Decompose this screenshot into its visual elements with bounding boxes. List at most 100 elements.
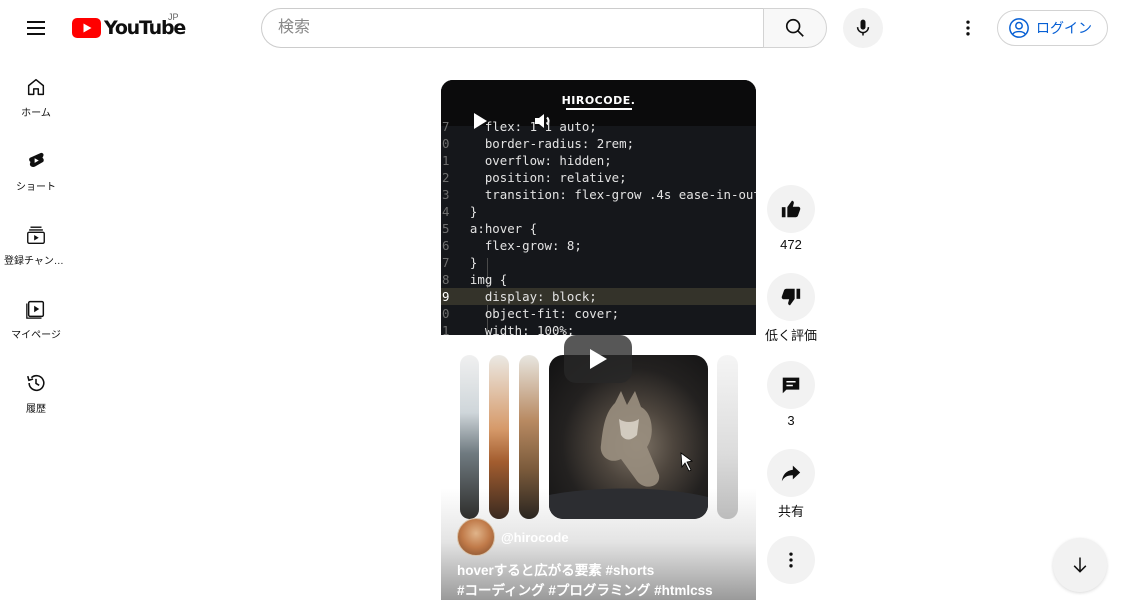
voice-search-button[interactable] bbox=[843, 8, 883, 48]
code-text: flex-grow: 8; bbox=[455, 238, 582, 253]
more-action bbox=[767, 536, 815, 584]
center-play-button[interactable] bbox=[564, 335, 632, 383]
sidebar-item-label: 履歴 bbox=[26, 404, 46, 415]
line-number: 7 bbox=[442, 255, 450, 270]
search-box bbox=[261, 8, 827, 48]
library-icon bbox=[26, 300, 45, 319]
code-screen: HIROCODE. 7 flex: 1 1 auto; 0 border-radi… bbox=[441, 80, 756, 338]
shorts-icon bbox=[29, 152, 44, 167]
menu-button[interactable] bbox=[16, 8, 56, 48]
line-number: 2 bbox=[442, 170, 450, 185]
search-button[interactable] bbox=[763, 8, 827, 48]
share-arrow-icon bbox=[781, 465, 801, 482]
account-icon bbox=[1009, 18, 1029, 38]
code-line: 0 object-fit: cover; bbox=[441, 305, 756, 322]
sidebar-item-subscriptions[interactable]: 登録チャンネル bbox=[0, 204, 72, 278]
sidebar-item-history[interactable]: 履歴 bbox=[0, 352, 72, 426]
code-text: img { bbox=[455, 272, 508, 287]
sidebar-item-home[interactable]: ホーム bbox=[0, 56, 72, 130]
animal-image-strip bbox=[519, 355, 539, 519]
code-text: object-fit: cover; bbox=[455, 306, 620, 321]
watermark: HIROCODE. bbox=[441, 94, 756, 110]
code-line: 1 overflow: hidden; bbox=[441, 152, 756, 169]
shorts-player[interactable]: HIROCODE. 7 flex: 1 1 auto; 0 border-radi… bbox=[441, 80, 756, 600]
sidebar-item-shorts[interactable]: ショート bbox=[0, 130, 72, 204]
code-text: a:hover { bbox=[455, 221, 538, 236]
share-label: 共有 bbox=[777, 504, 804, 519]
code-line: 2 position: relative; bbox=[441, 169, 756, 186]
hamburger-icon bbox=[27, 21, 45, 35]
channel-handle[interactable]: @hirocode bbox=[501, 530, 569, 545]
code-text: flex: 1 1 auto; bbox=[455, 119, 597, 134]
more-actions-button[interactable] bbox=[767, 536, 815, 584]
sidebar-item-library[interactable]: マイページ bbox=[0, 278, 72, 352]
comments-button[interactable] bbox=[767, 361, 815, 409]
more-vertical-icon bbox=[789, 552, 793, 568]
dislike-label: 低く評価 bbox=[765, 328, 818, 343]
code-line: 6 flex-grow: 8; bbox=[441, 237, 756, 254]
youtube-play-logo-icon bbox=[72, 18, 101, 38]
code-line: 4 } bbox=[441, 203, 756, 220]
white-wolf-image-strip bbox=[717, 355, 738, 519]
line-number: 9 bbox=[442, 289, 450, 304]
hover-gallery-preview: @hirocode hoverすると広がる要素 #shorts #コーディング … bbox=[441, 335, 756, 600]
tiger-image-strip bbox=[460, 355, 479, 519]
code-line: 0 border-radius: 2rem; bbox=[441, 135, 756, 152]
channel-avatar[interactable] bbox=[457, 518, 495, 556]
code-text: overflow: hidden; bbox=[455, 153, 612, 168]
video-title-line: hoverすると広がる要素 #shorts bbox=[457, 563, 655, 578]
mini-guide: ホーム ショート 登録チャンネル マイページ 履歴 bbox=[0, 56, 72, 426]
code-line: 3 transition: flex-grow .4s ease-in-out; bbox=[441, 186, 756, 203]
play-icon bbox=[590, 349, 607, 369]
code-line: 8 img { bbox=[441, 271, 756, 288]
like-count: 472 bbox=[780, 237, 802, 252]
like-button[interactable] bbox=[767, 185, 815, 233]
country-code: JP bbox=[168, 12, 179, 22]
line-number: 0 bbox=[442, 136, 450, 151]
video-hashtags[interactable]: #コーディング #プログラミング #htmlcss bbox=[457, 581, 747, 600]
home-icon bbox=[27, 78, 45, 96]
line-number: 5 bbox=[442, 221, 450, 236]
microphone-icon bbox=[856, 19, 870, 36]
dislike-button[interactable] bbox=[767, 273, 815, 321]
settings-menu-button[interactable] bbox=[948, 8, 988, 48]
code-text: border-radius: 2rem; bbox=[455, 136, 635, 151]
sidebar-item-label: ホーム bbox=[21, 108, 51, 119]
line-number: 7 bbox=[442, 119, 450, 134]
channel-info[interactable]: @hirocode bbox=[457, 518, 569, 556]
thumbs-down-icon bbox=[781, 288, 801, 306]
code-text: transition: flex-grow .4s ease-in-out; bbox=[455, 187, 756, 202]
comment-icon bbox=[782, 377, 800, 394]
subscriptions-icon bbox=[27, 226, 45, 244]
sidebar-item-label: マイページ bbox=[11, 330, 61, 341]
code-text: display: block; bbox=[455, 289, 597, 304]
code-line: 9 display: block; bbox=[441, 288, 756, 305]
sidebar-item-label: ショート bbox=[16, 182, 56, 193]
code-line: 5 a:hover { bbox=[441, 220, 756, 237]
line-number: 6 bbox=[442, 238, 450, 253]
code-text: } bbox=[455, 255, 478, 270]
like-action: 472 bbox=[767, 185, 815, 252]
sidebar-item-label: 登録チャンネル bbox=[4, 256, 68, 267]
line-number: 8 bbox=[442, 272, 450, 287]
search-icon bbox=[785, 18, 804, 37]
code-text: } bbox=[455, 204, 478, 219]
login-button[interactable]: ログイン bbox=[997, 10, 1108, 46]
line-number: 4 bbox=[442, 204, 450, 219]
youtube-logo[interactable]: YouTube JP bbox=[72, 12, 186, 42]
code-text: position: relative; bbox=[455, 170, 627, 185]
video-title: hoverすると広がる要素 #shorts #コーディング #プログラミング #… bbox=[457, 561, 747, 600]
line-number: 1 bbox=[442, 153, 450, 168]
login-label: ログイン bbox=[1036, 20, 1092, 36]
fox-image-strip bbox=[489, 355, 509, 519]
line-number: 3 bbox=[442, 187, 450, 202]
comment-count: 3 bbox=[787, 413, 795, 428]
line-number: 0 bbox=[442, 306, 450, 321]
next-video-button[interactable] bbox=[1053, 538, 1107, 592]
code-line: 7 } bbox=[441, 254, 756, 271]
arrow-down-icon bbox=[1073, 557, 1087, 573]
search-input[interactable] bbox=[261, 8, 763, 48]
share-button[interactable] bbox=[767, 449, 815, 497]
thumbs-up-icon bbox=[781, 200, 801, 218]
dislike-action: 低く評価 bbox=[765, 273, 818, 344]
